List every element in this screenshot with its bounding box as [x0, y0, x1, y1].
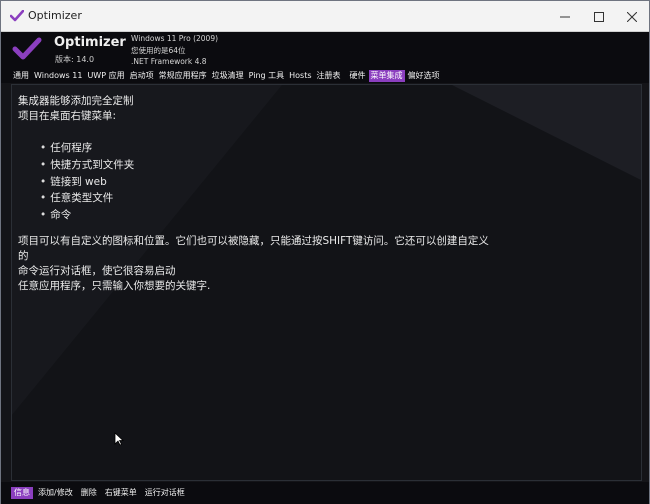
- menu-item-uwp[interactable]: UWP 应用: [85, 70, 126, 82]
- intro-line: 集成器能够添加完全定制: [18, 95, 134, 107]
- description-line: 的: [18, 250, 29, 262]
- intro-line: 项目在桌面右键菜单:: [18, 110, 117, 122]
- framework-info: .NET Framework 4.8: [131, 57, 207, 66]
- bottom-tab-bar: 信息 添加/修改 删除 右键菜单 运行对话框: [1, 482, 649, 504]
- os-info: Windows 11 Pro (2009): [131, 34, 219, 43]
- title-bar: Optimizer: [1, 1, 649, 32]
- minimize-icon: [560, 16, 570, 17]
- menu-item-windows11[interactable]: Windows 11: [32, 70, 84, 82]
- feature-list: 任何程序 快捷方式到文件夹 链接到 web 任意类型文件 命令: [40, 140, 134, 224]
- tab-delete[interactable]: 删除: [78, 487, 100, 499]
- minimize-button[interactable]: [548, 1, 582, 32]
- menu-item-cleaner[interactable]: 垃圾清理: [210, 70, 246, 82]
- close-icon: [627, 11, 637, 22]
- check-logo-icon: [12, 37, 42, 60]
- menu-item-general[interactable]: 通用: [11, 70, 31, 82]
- arch-info: 您使用的是64位: [131, 45, 186, 55]
- menu-item-hosts[interactable]: Hosts: [287, 70, 313, 82]
- description-line: 项目可以有自定义的图标和位置。它们也可以被隐藏，只能通过按SHIFT键访问。它还…: [18, 235, 489, 247]
- tab-context-menu[interactable]: 右键菜单: [102, 487, 140, 499]
- description-line: 任意应用程序，只需输入你想要的关键字.: [18, 280, 211, 292]
- window-title: Optimizer: [28, 9, 82, 22]
- tab-run-dialog[interactable]: 运行对话框: [142, 487, 188, 499]
- menu-item-integrator[interactable]: 菜单集成: [368, 70, 405, 82]
- app-header: Optimizer 版本: 14.0 Windows 11 Pro (2009)…: [1, 32, 649, 69]
- list-item: 快捷方式到文件夹: [40, 157, 134, 174]
- maximize-icon: [594, 11, 604, 22]
- menu-item-registry[interactable]: 注册表: [315, 70, 343, 82]
- app-name: Optimizer: [54, 35, 126, 50]
- list-item: 链接到 web: [40, 174, 134, 191]
- list-item: 命令: [40, 207, 134, 224]
- list-item: 任何程序: [40, 140, 134, 157]
- tab-info[interactable]: 信息: [11, 487, 33, 499]
- menu-item-ping[interactable]: Ping 工具: [247, 70, 287, 82]
- maximize-button[interactable]: [582, 1, 616, 32]
- list-item: 任意类型文件: [40, 190, 134, 207]
- description-text: 项目可以有自定义的图标和位置。它们也可以被隐藏，只能通过按SHIFT键访问。它还…: [18, 234, 518, 294]
- menu-item-common-apps[interactable]: 常规应用程序: [157, 70, 209, 82]
- tab-add-modify[interactable]: 添加/修改: [35, 487, 76, 499]
- system-info: Windows 11 Pro (2009) 您使用的是64位 .NET Fram…: [131, 33, 218, 68]
- main-menu: 通用 Windows 11 UWP 应用 启动项 常规应用程序 垃圾清理 Pin…: [1, 69, 649, 83]
- integrator-info-panel: 集成器能够添加完全定制 项目在桌面右键菜单: 任何程序 快捷方式到文件夹 链接到…: [11, 84, 642, 481]
- menu-item-hardware[interactable]: 硬件: [348, 70, 368, 82]
- app-version: 版本: 14.0: [55, 55, 95, 64]
- intro-text: 集成器能够添加完全定制 项目在桌面右键菜单:: [18, 94, 134, 124]
- description-line: 命令运行对话框，使它很容易启动: [18, 265, 176, 277]
- mouse-pointer-icon: [114, 432, 124, 446]
- menu-item-startup[interactable]: 启动项: [128, 70, 156, 82]
- close-button[interactable]: [615, 1, 649, 32]
- menu-item-options[interactable]: 偏好选项: [406, 70, 442, 82]
- app-window: Optimizer Optimizer 版本: 14.0 Windows 11 …: [0, 0, 650, 504]
- check-logo-icon: [10, 10, 24, 22]
